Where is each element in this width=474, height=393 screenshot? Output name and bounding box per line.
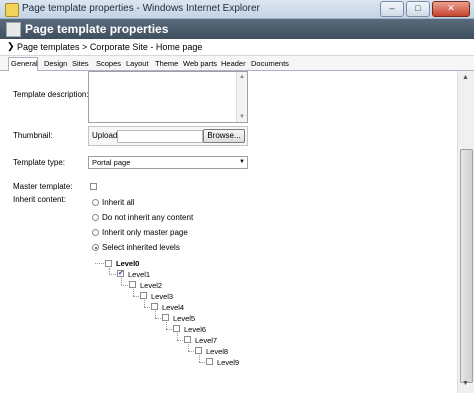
- tree-connector: [133, 289, 134, 296]
- level6-label: Level6: [184, 325, 207, 334]
- radio-select-levels-label: Select inherited levels: [102, 243, 180, 252]
- level5-checkbox[interactable]: [162, 314, 169, 321]
- template-type-label: Template type:: [13, 158, 66, 167]
- tree-connector: [199, 355, 200, 362]
- level9-checkbox[interactable]: [206, 358, 213, 365]
- master-template-checkbox[interactable]: [90, 183, 97, 190]
- dialog-title: Page template properties: [25, 22, 169, 36]
- tab-header[interactable]: Header: [219, 58, 248, 70]
- tree-connector: [188, 344, 189, 351]
- radio-inherit-master-only-label: Inherit only master page: [102, 228, 188, 237]
- radio-inherit-all-label: Inherit all: [102, 198, 135, 207]
- level4-checkbox[interactable]: [151, 303, 158, 310]
- upload-file-input[interactable]: [117, 130, 203, 143]
- radio-inherit-master-only[interactable]: [92, 229, 99, 236]
- breadcrumb-link-page-templates[interactable]: Page templates: [17, 42, 80, 52]
- radio-select-levels[interactable]: [92, 244, 99, 251]
- level7-checkbox[interactable]: [184, 336, 191, 343]
- level8-checkbox[interactable]: [195, 347, 202, 354]
- breadcrumb-text: Page templates > Corporate Site - Home p…: [17, 42, 202, 52]
- template-type-value: Portal page: [92, 158, 131, 167]
- page-scrollbar[interactable]: ▲ ▼: [457, 71, 474, 393]
- thumbnail-upload: Upload: Browse...: [88, 126, 248, 146]
- tree-connector: [144, 307, 150, 308]
- level6-checkbox[interactable]: [173, 325, 180, 332]
- upload-label: Upload:: [92, 131, 120, 140]
- tab-general[interactable]: General: [8, 57, 38, 71]
- tree-connector: [155, 318, 161, 319]
- tree-connector: [166, 329, 172, 330]
- scroll-up-icon: ▲: [239, 74, 245, 80]
- breadcrumb: ❯ Page templates > Corporate Site - Home…: [0, 39, 474, 56]
- tree-connector: [133, 296, 139, 297]
- level3-label: Level3: [151, 292, 174, 301]
- ie-app-icon: [5, 3, 19, 17]
- tab-layout[interactable]: Layout: [124, 58, 151, 70]
- level3-checkbox[interactable]: [140, 292, 147, 299]
- tab-web-parts[interactable]: Web parts: [181, 58, 219, 70]
- browse-button[interactable]: Browse...: [203, 129, 245, 143]
- tab-sites[interactable]: Sites: [70, 58, 91, 70]
- inherit-content-label: Inherit content:: [13, 195, 66, 204]
- tree-connector: [166, 322, 167, 329]
- level4-label: Level4: [162, 303, 185, 312]
- tree-connector: [188, 351, 194, 352]
- template-description-label: Template description:: [13, 90, 89, 99]
- scroll-up-arrow-icon[interactable]: ▲: [460, 74, 471, 84]
- level0-label: Level0: [116, 259, 140, 268]
- window-title: Page template properties - Windows Inter…: [22, 3, 260, 14]
- tab-design[interactable]: Design: [42, 58, 69, 70]
- textarea-scrollbar[interactable]: ▲ ▼: [236, 72, 247, 122]
- level8-label: Level8: [206, 347, 229, 356]
- radio-inherit-all[interactable]: [92, 199, 99, 206]
- template-type-select[interactable]: Portal page ▼: [88, 156, 248, 169]
- thumbnail-label: Thumbnail:: [13, 131, 53, 140]
- scrollbar-thumb[interactable]: [460, 149, 473, 383]
- template-description-textarea[interactable]: ▲ ▼: [88, 71, 248, 123]
- tree-connector: [109, 274, 116, 275]
- breadcrumb-arrow-icon: ❯: [7, 41, 15, 51]
- level7-label: Level7: [195, 336, 218, 345]
- minimize-button[interactable]: –: [380, 1, 404, 17]
- general-form: Template description: ▲ ▼ Thumbnail: Upl…: [0, 71, 458, 393]
- master-template-label: Master template:: [13, 182, 73, 191]
- level1-checkbox[interactable]: ✔: [117, 270, 124, 277]
- level9-label: Level9: [217, 358, 240, 367]
- level2-checkbox[interactable]: [129, 281, 136, 288]
- radio-do-not-inherit-label: Do not inherit any content: [102, 213, 194, 222]
- tab-documents[interactable]: Documents: [249, 58, 291, 70]
- tree-connector: [121, 278, 122, 285]
- tab-scopes[interactable]: Scopes: [94, 58, 123, 70]
- dropdown-arrow-icon: ▼: [239, 159, 245, 165]
- tree-connector: [199, 362, 205, 363]
- level2-label: Level2: [140, 281, 163, 290]
- window-controls: – □ ✕: [380, 1, 470, 17]
- tree-connector: [177, 333, 178, 340]
- close-button[interactable]: ✕: [432, 1, 470, 17]
- radio-do-not-inherit[interactable]: [92, 214, 99, 221]
- scroll-down-icon: ▼: [239, 114, 245, 120]
- maximize-button[interactable]: □: [406, 1, 430, 17]
- tab-bar: General Design Sites Scopes Layout Theme…: [0, 56, 474, 71]
- scroll-down-arrow-icon[interactable]: ▼: [460, 380, 471, 390]
- breadcrumb-separator: >: [79, 42, 90, 52]
- dialog-header: Page template properties: [0, 19, 474, 39]
- tab-theme[interactable]: Theme: [153, 58, 180, 70]
- page-template-icon: [6, 22, 21, 37]
- tree-connector: [177, 340, 183, 341]
- tree-connector: [121, 285, 128, 286]
- tree-connector: [144, 300, 145, 307]
- level1-label: Level1: [128, 270, 151, 279]
- level0-checkbox[interactable]: [105, 260, 112, 267]
- level5-label: Level5: [173, 314, 196, 323]
- tree-connector: [95, 263, 104, 264]
- window-titlebar: Page template properties - Windows Inter…: [0, 0, 474, 19]
- tree-connector: [155, 311, 156, 318]
- breadcrumb-current: Corporate Site - Home page: [89, 42, 203, 52]
